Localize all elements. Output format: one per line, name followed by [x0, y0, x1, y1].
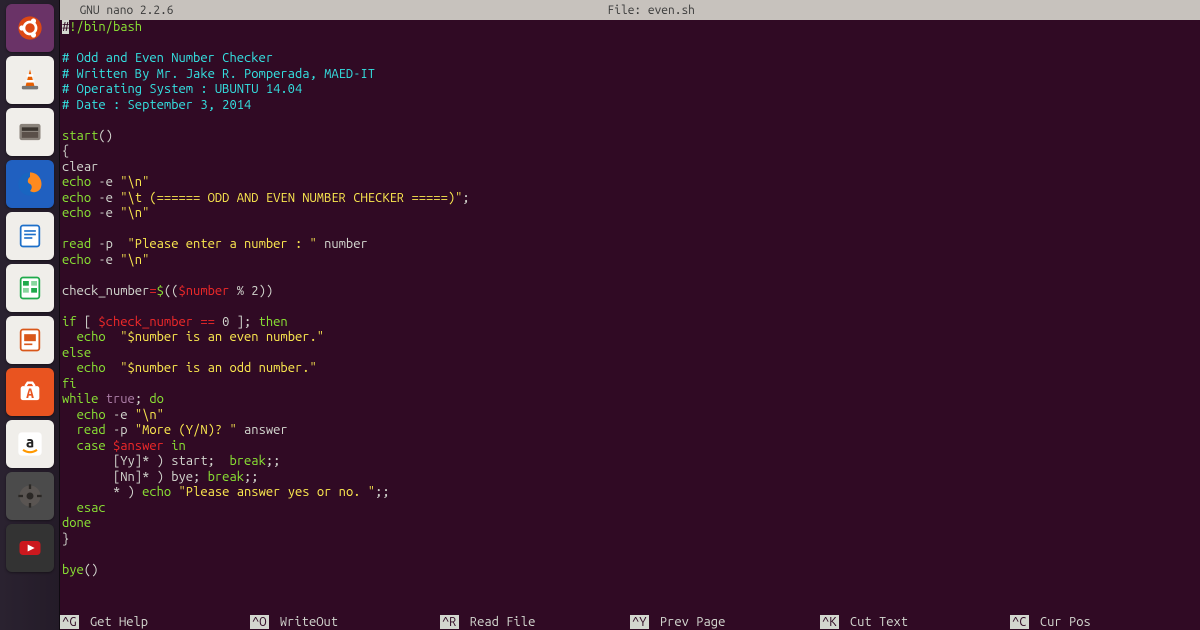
- code-line: echo "$number is an odd number.": [62, 361, 1198, 377]
- code-line: [62, 113, 1198, 129]
- nano-shortcut: ^K Cut Text: [820, 615, 1010, 629]
- code-line: [62, 222, 1198, 238]
- dash-icon[interactable]: [6, 4, 54, 52]
- impress-icon[interactable]: [6, 316, 54, 364]
- code-line: bye(): [62, 563, 1198, 579]
- code-line: # Written By Mr. Jake R. Pomperada, MAED…: [62, 67, 1198, 83]
- writer-icon[interactable]: [6, 212, 54, 260]
- nano-shortcut-bar: ^G Get Help^O WriteOut^R Read File^Y Pre…: [60, 609, 1200, 630]
- nano-shortcut: ^Y Prev Page: [630, 615, 820, 629]
- nano-shortcut: ^O WriteOut: [250, 615, 440, 629]
- code-line: echo "$number is an even number.": [62, 330, 1198, 346]
- svg-text:A: A: [26, 385, 34, 401]
- code-line: [Yy]* ) start; break;;: [62, 454, 1198, 470]
- code-line: {: [62, 144, 1198, 160]
- code-line: done: [62, 516, 1198, 532]
- code-line: echo -e "\t (====== ODD AND EVEN NUMBER …: [62, 191, 1198, 207]
- code-line: # Operating System : UBUNTU 14.04: [62, 82, 1198, 98]
- code-line: start(): [62, 129, 1198, 145]
- code-line: [62, 268, 1198, 284]
- code-line: read -p "Please enter a number : " numbe…: [62, 237, 1198, 253]
- terminal-window: GNU nano 2.2.6 File: even.sh #!/bin/bash…: [60, 0, 1200, 630]
- nano-filename: File: even.sh: [608, 4, 695, 17]
- code-line: else: [62, 346, 1198, 362]
- calc-icon[interactable]: [6, 264, 54, 312]
- code-line: check_number=$(($number % 2)): [62, 284, 1198, 300]
- code-line: [62, 36, 1198, 52]
- code-line: if [ $check_number == 0 ]; then: [62, 315, 1198, 331]
- nano-titlebar: GNU nano 2.2.6 File: even.sh: [60, 0, 1200, 20]
- code-line: fi: [62, 377, 1198, 393]
- code-line: [Nn]* ) bye; break;;: [62, 470, 1198, 486]
- nano-shortcut: ^G Get Help: [60, 615, 250, 629]
- amazon-icon[interactable]: a: [6, 420, 54, 468]
- code-line: # Date : September 3, 2014: [62, 98, 1198, 114]
- code-line: #!/bin/bash: [62, 20, 1198, 36]
- code-line: }: [62, 532, 1198, 548]
- files-icon[interactable]: [6, 108, 54, 156]
- code-line: case $answer in: [62, 439, 1198, 455]
- nano-shortcut: ^R Read File: [440, 615, 630, 629]
- youtube-icon[interactable]: [6, 524, 54, 572]
- code-line: echo -e "\n": [62, 206, 1198, 222]
- software-icon[interactable]: A: [6, 368, 54, 416]
- vlc-icon[interactable]: [6, 56, 54, 104]
- code-line: clear: [62, 160, 1198, 176]
- code-line: echo -e "\n": [62, 175, 1198, 191]
- code-line: esac: [62, 501, 1198, 517]
- code-line: [62, 299, 1198, 315]
- code-line: echo -e "\n": [62, 408, 1198, 424]
- code-line: echo -e "\n": [62, 253, 1198, 269]
- nano-version: GNU nano 2.2.6: [66, 4, 174, 17]
- svg-text:a: a: [26, 434, 35, 451]
- code-line: read -p "More (Y/N)? " answer: [62, 423, 1198, 439]
- code-line: # Odd and Even Number Checker: [62, 51, 1198, 67]
- code-line: while true; do: [62, 392, 1198, 408]
- firefox-icon[interactable]: [6, 160, 54, 208]
- code-line: * ) echo "Please answer yes or no. ";;: [62, 485, 1198, 501]
- editor-content[interactable]: #!/bin/bash # Odd and Even Number Checke…: [60, 20, 1200, 610]
- unity-launcher: Aa: [0, 0, 60, 630]
- nano-shortcut: ^C Cur Pos: [1010, 615, 1200, 629]
- code-line: [62, 547, 1198, 563]
- settings-icon[interactable]: [6, 472, 54, 520]
